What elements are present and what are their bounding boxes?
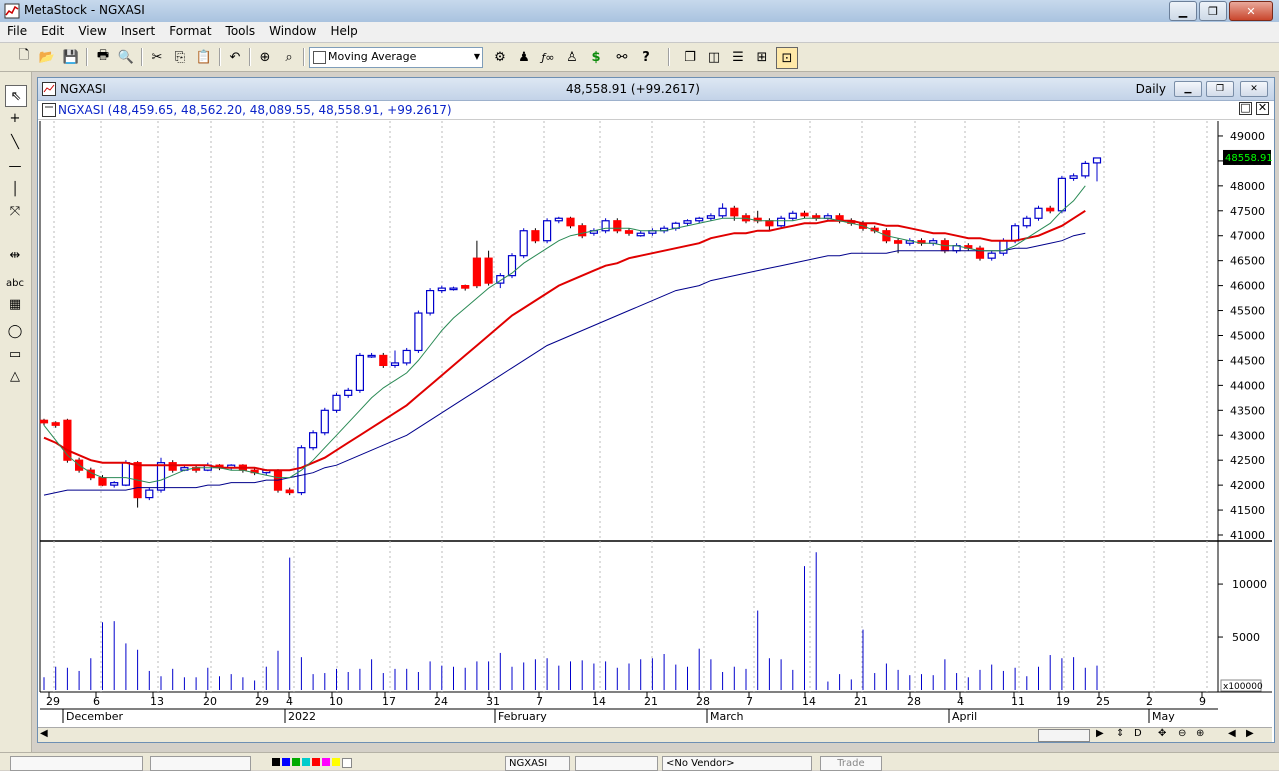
chart-title: NGXASI [60, 82, 106, 96]
inner-maximize-icon[interactable]: □ [1239, 102, 1252, 115]
print-icon[interactable]: 🖶 [93, 47, 113, 67]
paste-icon[interactable]: 📋 [194, 47, 214, 67]
dollar-icon[interactable]: $ [586, 47, 606, 67]
minimize-button[interactable]: ▁ [1169, 1, 1197, 21]
ellipse-tool-icon[interactable]: ◯ [5, 321, 25, 341]
restore-icon: ❐ [1208, 4, 1218, 18]
security-info: NGXASI (48,459.65, 48,562.20, 48,089.55,… [58, 103, 452, 117]
expert-advisor-icon[interactable]: ♙ [562, 47, 582, 67]
vertical-line-tool-icon[interactable]: │ [5, 179, 25, 199]
save-icon[interactable]: 💾 [61, 47, 81, 67]
explorer-icon[interactable]: ♟ [514, 47, 534, 67]
scroll-left-icon[interactable]: ◀ [40, 728, 48, 739]
zoom-icon[interactable]: ⌕ [279, 47, 299, 67]
drawing-toolbar: ⇖ + ╲ — │ ⤧ ⇹ abc ▦ ◯ ▭ △ [0, 72, 32, 752]
open-icon[interactable]: 📂 [37, 47, 57, 67]
chart-indicator-icon [313, 51, 326, 64]
time-cycle-tool-icon[interactable]: ⇹ [5, 245, 25, 265]
menu-format[interactable]: Format [162, 22, 218, 40]
chevron-down-icon: ▼ [473, 52, 480, 61]
chart-window: NGXASI 48,558.91 (+99.2617) Daily ▁ ❐ ✕ … [37, 77, 1275, 743]
text-tool[interactable]: abc [5, 273, 25, 293]
tile-horizontal-icon[interactable]: ☰ [728, 47, 748, 67]
plus-circle-icon[interactable]: ⊕ [1196, 728, 1204, 739]
restore-button[interactable]: ❐ [1199, 1, 1227, 21]
security-window-icon [42, 103, 56, 117]
cascade-icon[interactable]: ❐ [680, 47, 700, 67]
inner-window-header: NGXASI (48,459.65, 48,562.20, 48,089.55,… [38, 101, 1274, 120]
first-page-icon[interactable]: ◀ [1228, 728, 1236, 739]
trendline-tool-icon[interactable]: ╲ [5, 132, 25, 152]
minimize-icon: ▁ [1184, 84, 1192, 94]
pointer-tool-icon[interactable]: ⇖ [5, 85, 27, 107]
indicator-select-value: Moving Average [328, 50, 417, 63]
last-page-icon[interactable]: ▶ [1246, 728, 1254, 739]
horizontal-line-tool-icon[interactable]: — [5, 156, 25, 176]
close-button[interactable]: ✕ [1229, 1, 1273, 21]
chart-window-icon [42, 82, 56, 96]
menu-edit[interactable]: Edit [34, 22, 71, 40]
cross-tool-icon[interactable]: + [5, 108, 25, 128]
triangle-tool-icon[interactable]: △ [5, 366, 25, 386]
close-icon: ✕ [1246, 4, 1256, 18]
menu-bar: File Edit View Insert Format Tools Window Help [0, 22, 1279, 43]
color-palette[interactable] [272, 758, 352, 768]
copy-icon[interactable]: ⎘ [170, 47, 190, 67]
chart-restore-button[interactable]: ❐ [1206, 81, 1234, 97]
expand-icon[interactable]: ✥ [1158, 728, 1166, 739]
scroll-right-icon[interactable]: ▶ [1096, 728, 1104, 739]
grid-tool-icon[interactable]: ▦ [5, 294, 25, 314]
periodicity[interactable]: Daily [1136, 82, 1166, 96]
bottom-toolbar: NGXASI <No Vendor> Trade [0, 752, 1279, 771]
chart-close-button[interactable]: ✕ [1240, 81, 1268, 97]
cut-icon[interactable]: ✂ [147, 47, 167, 67]
crosshair-icon[interactable]: ⊕ [255, 47, 275, 67]
chart-minimize-button[interactable]: ▁ [1174, 81, 1202, 97]
layout-icon[interactable]: ⊡ [776, 47, 798, 69]
cycle-tool-icon[interactable]: ⤧ [5, 201, 25, 221]
help-pointer-icon[interactable]: ? [636, 47, 656, 67]
menu-file[interactable]: File [0, 22, 34, 40]
formula-icon[interactable]: ƒ∞ [538, 47, 558, 67]
last-price: 48,558.91 (+99.2617) [566, 82, 700, 96]
undo-icon[interactable]: ↶ [225, 47, 245, 67]
scroll-thumb[interactable] [1038, 729, 1090, 742]
print-preview-icon[interactable]: 🔍 [116, 47, 136, 67]
menu-help[interactable]: Help [323, 22, 364, 40]
title-bar: MetaStock - NGXASI ▁ ❐ ✕ [0, 0, 1279, 23]
menu-view[interactable]: View [71, 22, 113, 40]
restore-icon: ❐ [1215, 84, 1225, 94]
menu-insert[interactable]: Insert [114, 22, 162, 40]
chart-window-caption: NGXASI 48,558.91 (+99.2617) Daily ▁ ❐ ✕ [38, 78, 1274, 101]
binoculars-icon[interactable]: ⚯ [612, 47, 632, 67]
metastock-app-icon [4, 3, 20, 19]
tile-grid-icon[interactable]: ⊞ [752, 47, 772, 67]
close-icon: ✕ [1250, 84, 1258, 94]
menu-tools[interactable]: Tools [219, 22, 263, 40]
window-title: MetaStock - NGXASI [24, 3, 145, 17]
indicator-builder-icon[interactable]: ⚙ [490, 47, 510, 67]
inner-close-icon[interactable]: ✕ [1256, 102, 1269, 115]
zoom-out-icon[interactable]: ⇕ [1116, 728, 1124, 739]
chart-scrollbar-area: ◀ ▶ ⇕ D ✥ ⊖ ⊕ ◀ ▶ [38, 727, 1272, 742]
minus-circle-icon[interactable]: ⊖ [1178, 728, 1186, 739]
tile-vertical-icon[interactable]: ◫ [704, 47, 724, 67]
minimize-icon: ▁ [1178, 4, 1188, 18]
rectangle-tool-icon[interactable]: ▭ [5, 344, 25, 364]
menu-window[interactable]: Window [262, 22, 323, 40]
main-toolbar: 🗋 📂 💾 🖶 🔍 ✂ ⎘ 📋 ↶ ⊕ ⌕ ⚙ ♟ ƒ∞ ♙ $ ⚯ ? ❐ ◫… [0, 43, 1279, 72]
new-icon[interactable]: 🗋 [14, 47, 34, 67]
daily-icon[interactable]: D [1134, 728, 1142, 739]
indicator-select[interactable]: Moving Average ▼ [309, 47, 483, 68]
